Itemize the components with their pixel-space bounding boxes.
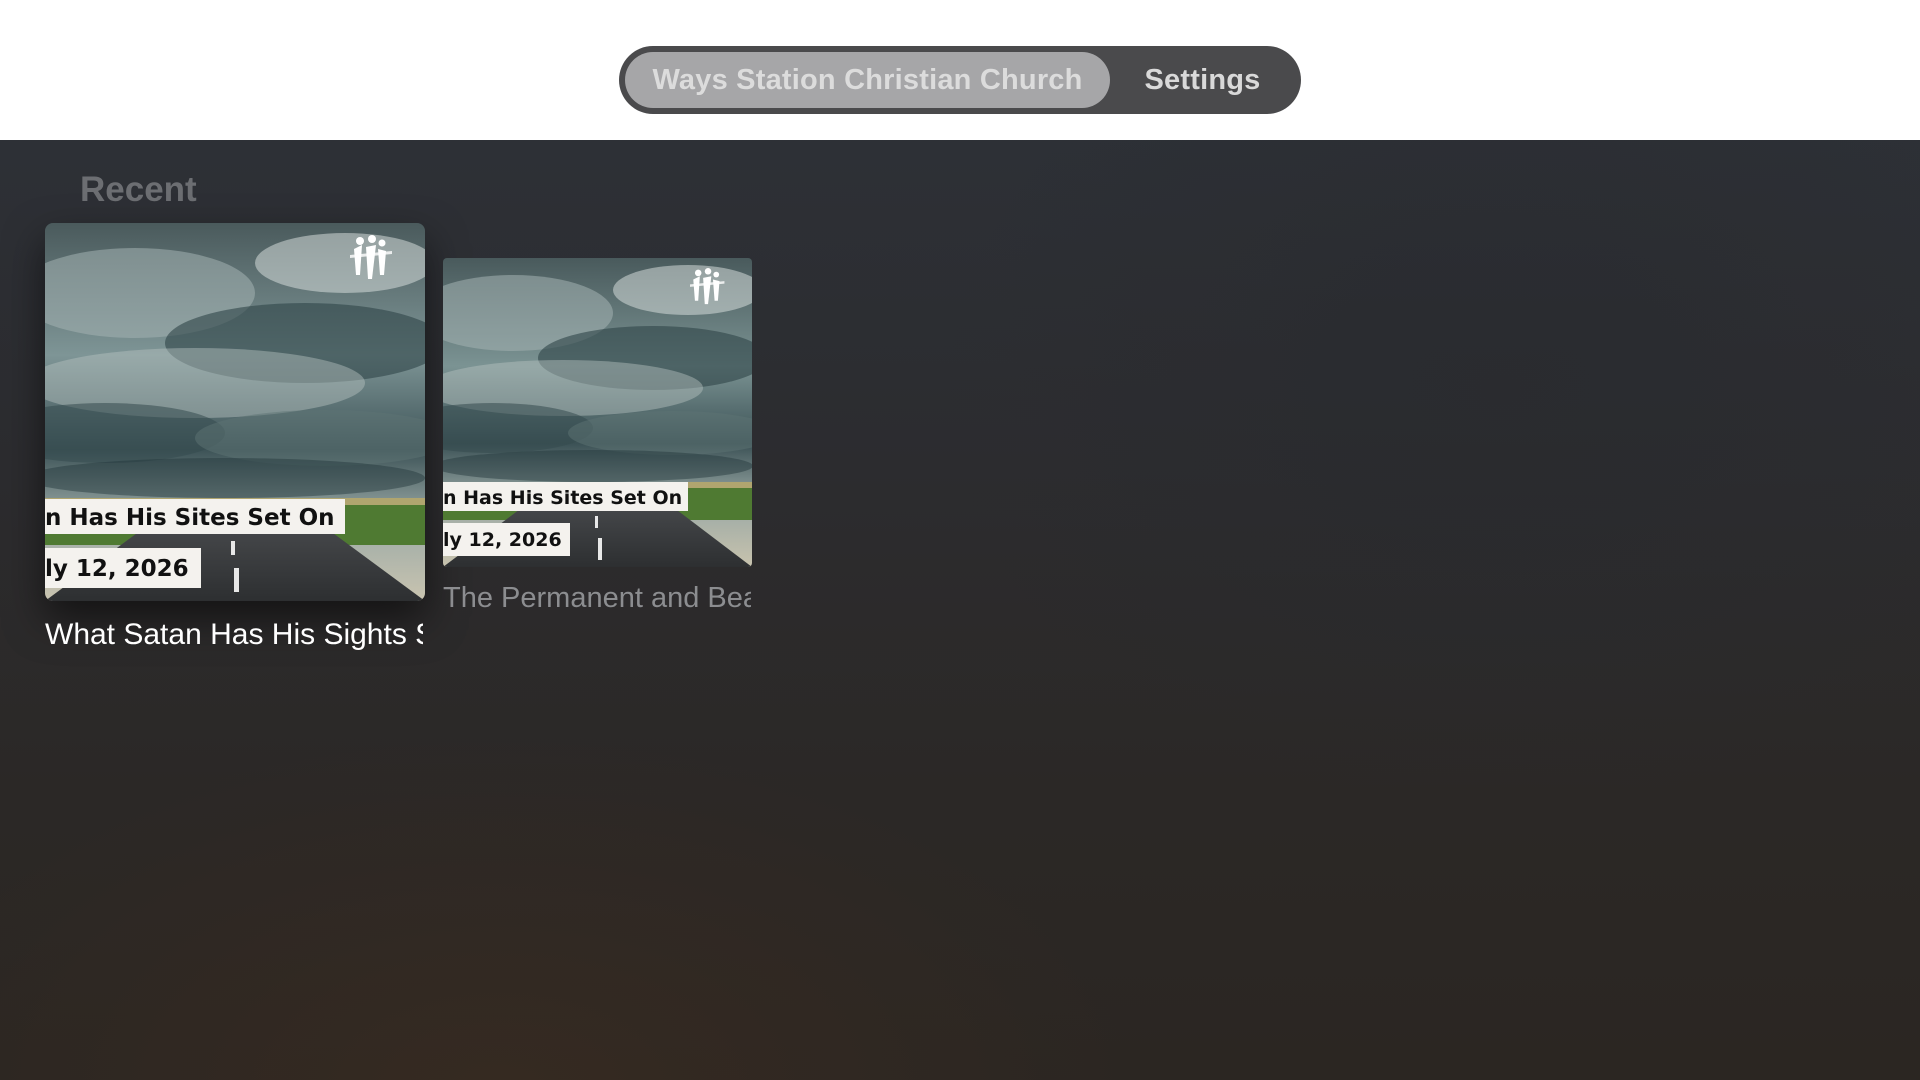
thumbnail-1: n Has His Sites Set On ly 12, 2026 bbox=[45, 223, 425, 601]
thumbnail-1-line2: ly 12, 2026 bbox=[45, 556, 189, 582]
video-card-2[interactable]: n Has His Sites Set On ly 12, 2026 bbox=[443, 258, 752, 567]
thumbnail-2-line1: n Has His Sites Set On bbox=[443, 487, 682, 509]
content-area: Recent n Has His Sites Set On ly 12, 202… bbox=[0, 140, 1920, 1080]
tab-ways-station-christian-church[interactable]: Ways Station Christian Church bbox=[625, 52, 1110, 108]
tab-bar: Ways Station Christian Church Settings bbox=[619, 46, 1301, 114]
video-title-1: What Satan Has His Sights Set On bbox=[45, 618, 423, 651]
video-card-1[interactable]: n Has His Sites Set On ly 12, 2026 bbox=[45, 223, 425, 601]
section-title-recent: Recent bbox=[80, 170, 197, 209]
thumbnail-1-line1: n Has His Sites Set On bbox=[45, 505, 335, 531]
top-bar: Ways Station Christian Church Settings bbox=[0, 0, 1920, 140]
tab-settings[interactable]: Settings bbox=[1110, 52, 1295, 108]
thumbnail-2-line2: ly 12, 2026 bbox=[443, 529, 562, 551]
video-title-2: The Permanent and Beautiful bbox=[443, 582, 751, 614]
thumbnail-2: n Has His Sites Set On ly 12, 2026 bbox=[443, 258, 752, 567]
